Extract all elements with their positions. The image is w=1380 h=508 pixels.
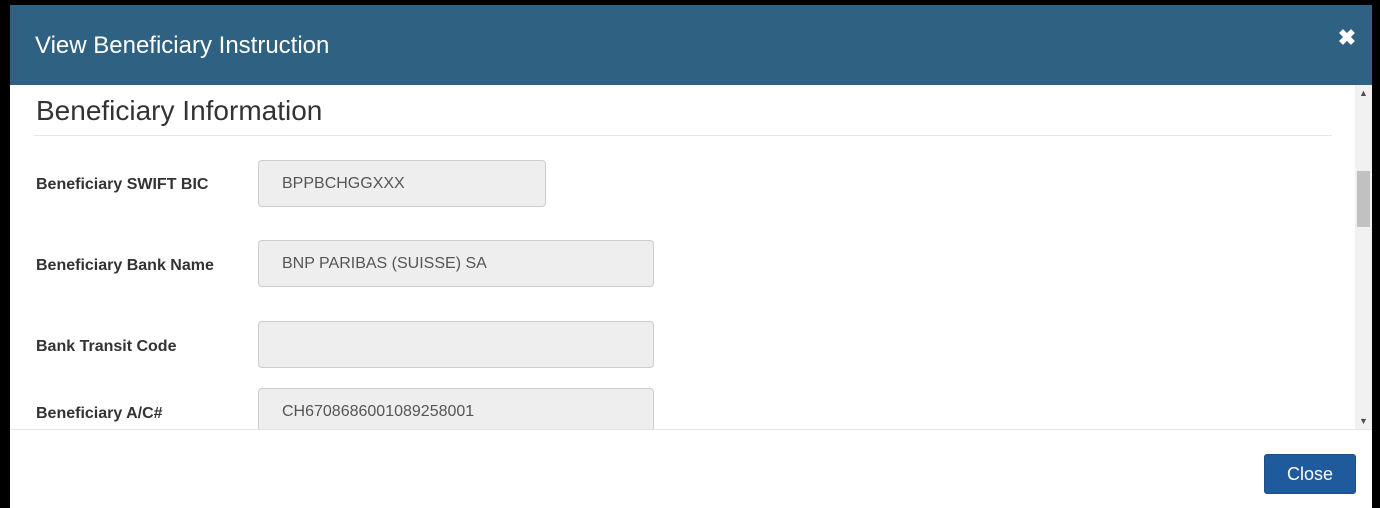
beneficiary-bank-name-input[interactable] [258,240,654,287]
section-title: Beneficiary Information [36,95,323,126]
beneficiary-swift-bic-input[interactable] [258,160,546,207]
beneficiary-account-number-label: Beneficiary A/C# [36,405,163,422]
close-button[interactable]: Close [1264,454,1356,494]
scroll-up-icon[interactable]: ▲ [1355,85,1372,102]
beneficiary-account-number-input[interactable] [258,388,654,430]
close-icon[interactable]: ✖ [1336,27,1358,49]
modal-footer: Close [10,429,1372,508]
beneficiary-bank-name-label: Beneficiary Bank Name [36,257,214,274]
modal-title: View Beneficiary Instruction [35,32,330,59]
modal-body[interactable]: Beneficiary Information Beneficiary SWIF… [10,85,1372,430]
modal-header: View Beneficiary Instruction ✖ [10,5,1372,85]
bank-transit-code-input[interactable] [258,321,654,368]
beneficiary-instruction-modal: View Beneficiary Instruction ✖ Beneficia… [10,5,1372,508]
modal-body-scrollbar[interactable]: ▲ ▼ [1355,85,1372,430]
section-divider [34,135,1332,136]
scroll-thumb[interactable] [1357,171,1370,227]
bank-transit-code-label: Bank Transit Code [36,338,177,355]
scroll-down-icon[interactable]: ▼ [1355,413,1372,430]
beneficiary-swift-bic-label: Beneficiary SWIFT BIC [36,176,209,193]
